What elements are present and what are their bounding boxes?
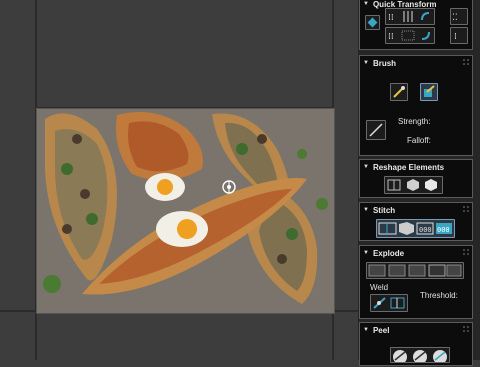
relax-brush-button[interactable]	[420, 83, 438, 101]
stitch-icons: 000 000	[378, 222, 452, 235]
rollout-header[interactable]: ▼ Explode	[360, 246, 472, 260]
stitch-buttons[interactable]: 000 000	[376, 219, 455, 238]
rollout-title: Peel	[372, 325, 390, 335]
explode-buttons[interactable]	[366, 262, 464, 279]
weld-buttons[interactable]	[370, 294, 408, 312]
explode-icons	[368, 264, 462, 277]
rollout-title: Stitch	[372, 205, 396, 215]
align-buttons-row-1[interactable]: ⁞⁞	[385, 8, 435, 25]
svg-text:⁞: ⁞	[454, 32, 457, 42]
align-buttons-row-2[interactable]: ⁞⁞	[385, 27, 435, 44]
rollout-header[interactable]: ▼ Stitch	[360, 203, 472, 217]
rollout-header[interactable]: ▼ Brush	[360, 56, 472, 70]
brush-icon	[393, 86, 405, 98]
rollout-header[interactable]: ▼ Peel	[360, 323, 472, 337]
quick-transform-rollout: ▼ Quick Transform ⁞⁞ ⁞⁞ ⁚⁚ ⁞	[359, 0, 473, 50]
svg-text:000: 000	[437, 226, 450, 234]
align-pivot-button[interactable]	[365, 15, 380, 30]
weld-icons	[373, 297, 405, 309]
grip-icon[interactable]	[463, 249, 469, 255]
space-horizontal-button[interactable]: ⁚⁚	[450, 8, 468, 25]
rollout-title: Explode	[372, 248, 405, 258]
svg-text:⁞⁞: ⁞⁞	[388, 32, 394, 42]
collapse-arrow-icon: ▼	[363, 60, 369, 66]
uv-move-gizmo-icon[interactable]	[222, 180, 236, 194]
peel-buttons[interactable]	[390, 347, 450, 364]
svg-text:⁞⁞: ⁞⁞	[388, 13, 394, 23]
grip-icon[interactable]	[463, 206, 469, 212]
rotate-icons: ⁞⁞	[388, 30, 430, 42]
svg-text:000: 000	[419, 226, 432, 234]
falloff-label: Falloff:	[407, 136, 431, 145]
grip-icon[interactable]	[463, 326, 469, 332]
reshape-icons	[387, 179, 437, 191]
collapse-arrow-icon: ▼	[363, 207, 369, 213]
reshape-elements-rollout: ▼ Reshape Elements	[359, 159, 473, 198]
rollout-title: Reshape Elements	[372, 162, 445, 172]
peel-rollout: ▼ Peel	[359, 322, 473, 366]
rollout-title: Brush	[372, 58, 397, 68]
uv-texture-image	[36, 108, 335, 314]
weld-label: Weld	[370, 283, 389, 292]
explode-rollout: ▼ Explode Weld Threshold:	[359, 245, 473, 319]
reshape-buttons[interactable]	[384, 176, 443, 194]
diamond-icon	[367, 17, 378, 28]
strength-label: Strength:	[398, 117, 431, 126]
threshold-label: Threshold:	[420, 291, 458, 300]
dots-icon: ⁞	[454, 32, 457, 42]
collapse-arrow-icon: ▼	[363, 250, 369, 256]
grip-icon[interactable]	[463, 59, 469, 65]
cube-brush-icon	[424, 85, 435, 97]
collapse-arrow-icon: ▼	[363, 1, 369, 7]
svg-text:⁚⁚: ⁚⁚	[452, 13, 458, 23]
paint-brush-button[interactable]	[390, 83, 408, 101]
brush-rollout: ▼ Brush Strength: Falloff:	[359, 55, 473, 156]
collapse-arrow-icon: ▼	[363, 327, 369, 333]
collapse-arrow-icon: ▼	[363, 164, 369, 170]
dots-icon: ⁚⁚	[452, 13, 458, 23]
stitch-rollout: ▼ Stitch 000 000	[359, 202, 473, 241]
space-vertical-button[interactable]: ⁞	[450, 27, 468, 44]
rollout-header[interactable]: ▼ Reshape Elements	[360, 160, 472, 174]
pizza-photo	[37, 109, 334, 313]
align-icons: ⁞⁞	[388, 11, 430, 23]
falloff-curve-button[interactable]	[366, 120, 386, 140]
curve-icon	[369, 123, 383, 137]
uv-editor-viewport[interactable]	[0, 0, 358, 360]
